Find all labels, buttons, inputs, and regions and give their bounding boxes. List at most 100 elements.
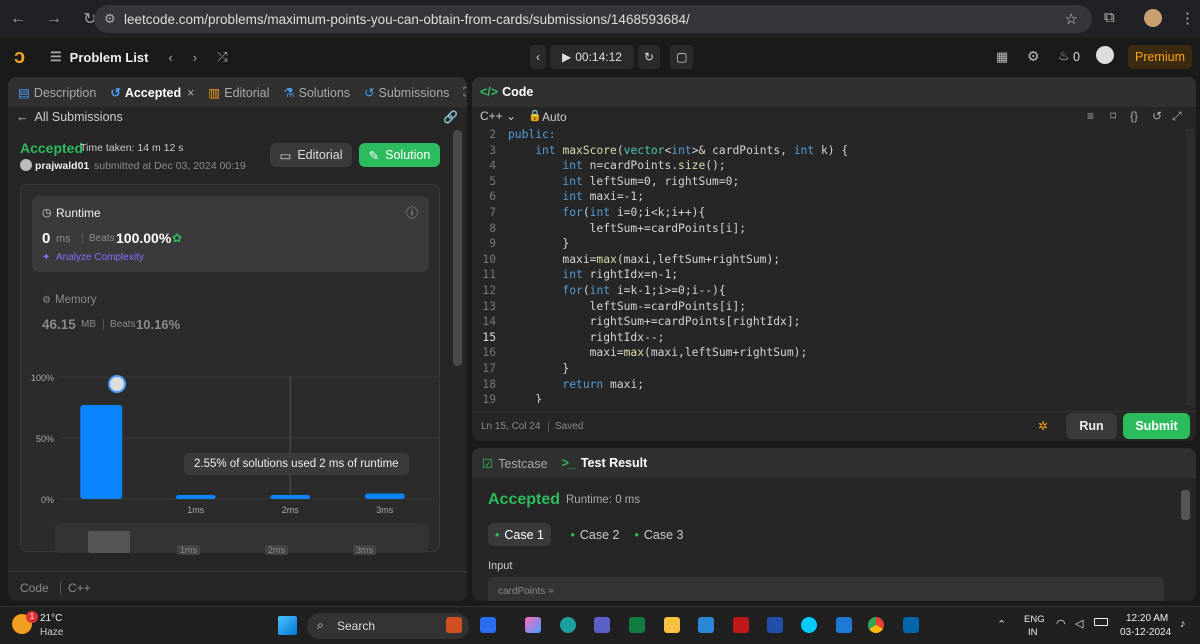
chrome-icon[interactable] bbox=[868, 617, 884, 633]
settings-gear-icon[interactable]: ⚙ bbox=[1027, 48, 1040, 65]
user-avatar[interactable] bbox=[1096, 46, 1114, 64]
close-tab-icon[interactable]: × bbox=[187, 86, 194, 100]
premium-button[interactable]: Premium bbox=[1128, 45, 1192, 69]
edge-icon[interactable] bbox=[560, 617, 576, 633]
bar-1ms[interactable] bbox=[175, 495, 216, 499]
file-explorer-icon[interactable] bbox=[664, 617, 680, 633]
submitter-name[interactable]: prajwald01 bbox=[35, 160, 89, 172]
chart-range-selector[interactable]: 1ms 2ms 3ms bbox=[55, 523, 429, 555]
range-handle[interactable] bbox=[88, 531, 130, 553]
extensions-icon[interactable]: ⧉ bbox=[1104, 9, 1115, 26]
memory-label[interactable]: Memory bbox=[55, 294, 97, 306]
reset-icon[interactable]: ↺ bbox=[1152, 109, 1162, 123]
code-line[interactable]: 8 leftSum+=cardPoints[i]; bbox=[478, 221, 1190, 237]
list-icon[interactable]: ☰ bbox=[50, 49, 62, 65]
share-link-icon[interactable]: 🔗 bbox=[443, 110, 458, 124]
wifi-icon[interactable]: ◠ bbox=[1056, 617, 1066, 630]
timer-reset-button[interactable]: ↻ bbox=[638, 45, 661, 69]
submit-button[interactable]: Submit bbox=[1123, 413, 1190, 439]
tab-code[interactable]: </> Code bbox=[480, 85, 533, 99]
code-line[interactable]: 9 } bbox=[478, 236, 1190, 252]
runtime-card[interactable]: ◷ Runtime ⓘ 0 ms Beats 100.00% ✿ ✦ Analy… bbox=[32, 196, 429, 272]
alexa-icon[interactable] bbox=[801, 617, 817, 633]
code-line[interactable]: 15 rightIdx--; bbox=[478, 330, 1190, 346]
code-line[interactable]: 16 maxi=max(maxi,leftSum+rightSum); bbox=[478, 345, 1190, 361]
timer-display[interactable]: ▶ 00:14:12 bbox=[550, 45, 634, 69]
streak-fire-icon[interactable]: ♨ bbox=[1058, 48, 1070, 64]
editorial-button[interactable]: ▭ Editorial bbox=[270, 143, 352, 167]
code-line[interactable]: 12 for(int i=k-1;i>=0;i--){ bbox=[478, 283, 1190, 299]
code-line[interactable]: 2 public: bbox=[478, 127, 1190, 143]
code-line[interactable]: 19 } bbox=[478, 392, 1190, 403]
excel-icon[interactable] bbox=[629, 617, 645, 633]
language-select[interactable]: C++ ⌄ bbox=[480, 109, 516, 123]
tab-submissions[interactable]: ↺ Submissions bbox=[364, 85, 449, 100]
format-icon[interactable]: ≡ bbox=[1087, 109, 1094, 123]
solution-button[interactable]: ✎ Solution bbox=[359, 143, 440, 167]
tab-testcase[interactable]: ☑ Testcase bbox=[482, 456, 548, 471]
tab-editorial[interactable]: ▥ Editorial bbox=[208, 85, 269, 100]
auto-mode[interactable]: Auto bbox=[542, 110, 567, 124]
battery-icon[interactable] bbox=[1094, 618, 1108, 626]
profile-avatar[interactable] bbox=[1144, 9, 1162, 27]
test-scrollbar[interactable] bbox=[1181, 490, 1190, 520]
code-line[interactable]: 3 int maxScore(vector<int>& cardPoints, … bbox=[478, 143, 1190, 159]
bar-2ms[interactable] bbox=[270, 495, 311, 499]
volume-icon[interactable]: ◁ bbox=[1075, 617, 1083, 630]
run-button[interactable]: Run bbox=[1066, 413, 1117, 439]
forward-icon[interactable]: → bbox=[44, 9, 64, 29]
mcafee-icon[interactable] bbox=[733, 617, 749, 633]
code-line[interactable]: 11 int rightIdx=n-1; bbox=[478, 267, 1190, 283]
layout-icon[interactable]: ▦ bbox=[996, 49, 1008, 65]
code-line[interactable]: 7 for(int i=0;i<k;i++){ bbox=[478, 205, 1190, 221]
code-line[interactable]: 10 maxi=max(maxi,leftSum+rightSum); bbox=[478, 252, 1190, 268]
fullscreen-icon[interactable]: ⤢ bbox=[1172, 109, 1182, 124]
code-line[interactable]: 18 return maxi; bbox=[478, 377, 1190, 393]
vscode-icon[interactable] bbox=[903, 617, 919, 633]
address-bar[interactable]: ⚙ leetcode.com/problems/maximum-points-y… bbox=[94, 5, 1092, 33]
up-arrow-icon[interactable]: ⌃ bbox=[997, 618, 1006, 631]
app-blue-icon[interactable] bbox=[836, 617, 852, 633]
lang-eng[interactable]: ENG bbox=[1024, 614, 1045, 625]
code-line[interactable]: 5 int leftSum=0, rightSum=0; bbox=[478, 174, 1190, 190]
code-line[interactable]: 13 leftSum-=cardPoints[i]; bbox=[478, 299, 1190, 315]
taskbar-search[interactable]: ⌕ Search bbox=[307, 613, 469, 639]
notification-bell-icon[interactable]: ♪ bbox=[1180, 618, 1186, 630]
shuffle-icon[interactable]: ⤮ bbox=[217, 49, 227, 65]
expand-icon[interactable]: ⛶ bbox=[463, 85, 467, 100]
timer-collapse-button[interactable]: ‹ bbox=[530, 45, 546, 69]
next-problem-icon[interactable]: › bbox=[193, 50, 197, 65]
taskbar-app-icon[interactable] bbox=[446, 617, 462, 633]
debug-icon[interactable]: ✲ bbox=[1038, 419, 1048, 433]
all-submissions-link[interactable]: ← All Submissions bbox=[16, 110, 123, 124]
copilot-icon[interactable] bbox=[525, 617, 541, 633]
left-scrollbar[interactable] bbox=[453, 130, 462, 366]
case-3-button[interactable]: • Case 3 bbox=[629, 523, 689, 546]
case-2-button[interactable]: • Case 2 bbox=[565, 523, 625, 546]
bookmark-star-icon[interactable]: ☆ bbox=[1065, 10, 1078, 28]
clock-time[interactable]: 12:20 AM bbox=[1126, 613, 1168, 624]
prev-problem-icon[interactable]: ‹ bbox=[168, 50, 172, 65]
tab-description[interactable]: ▤ Description bbox=[18, 85, 96, 100]
teams-icon[interactable] bbox=[594, 617, 610, 633]
code-line[interactable]: 6 int maxi=-1; bbox=[478, 189, 1190, 205]
leetcode-logo-icon[interactable]: ↄ bbox=[14, 46, 36, 68]
code-editor[interactable]: 2 public: 3 int maxScore(vector<int>& card… bbox=[478, 127, 1190, 403]
code-line[interactable]: 14 rightSum+=cardPoints[rightIdx]; bbox=[478, 314, 1190, 330]
bar-0ms[interactable] bbox=[80, 405, 123, 499]
tab-accepted[interactable]: ↺ Accepted × bbox=[110, 85, 194, 100]
browser-menu-icon[interactable]: ⋮ bbox=[1180, 9, 1195, 27]
analyze-complexity-link[interactable]: Analyze Complexity bbox=[56, 252, 144, 263]
store-icon[interactable] bbox=[698, 617, 714, 633]
bookmark-icon[interactable]: ⌑ bbox=[1110, 109, 1116, 123]
back-icon[interactable]: ← bbox=[8, 9, 28, 29]
app-l-icon[interactable] bbox=[767, 617, 783, 633]
tab-solutions[interactable]: ⚗ Solutions bbox=[283, 85, 350, 100]
bar-3ms[interactable] bbox=[364, 493, 405, 499]
tab-test-result[interactable]: >_ Test Result bbox=[562, 456, 648, 470]
site-info-icon[interactable]: ⚙ bbox=[104, 11, 116, 27]
code-line[interactable]: 17 } bbox=[478, 361, 1190, 377]
windows-start-icon[interactable] bbox=[278, 616, 297, 635]
taskbar-app-icon[interactable] bbox=[480, 617, 496, 633]
braces-icon[interactable]: {} bbox=[1130, 109, 1138, 123]
